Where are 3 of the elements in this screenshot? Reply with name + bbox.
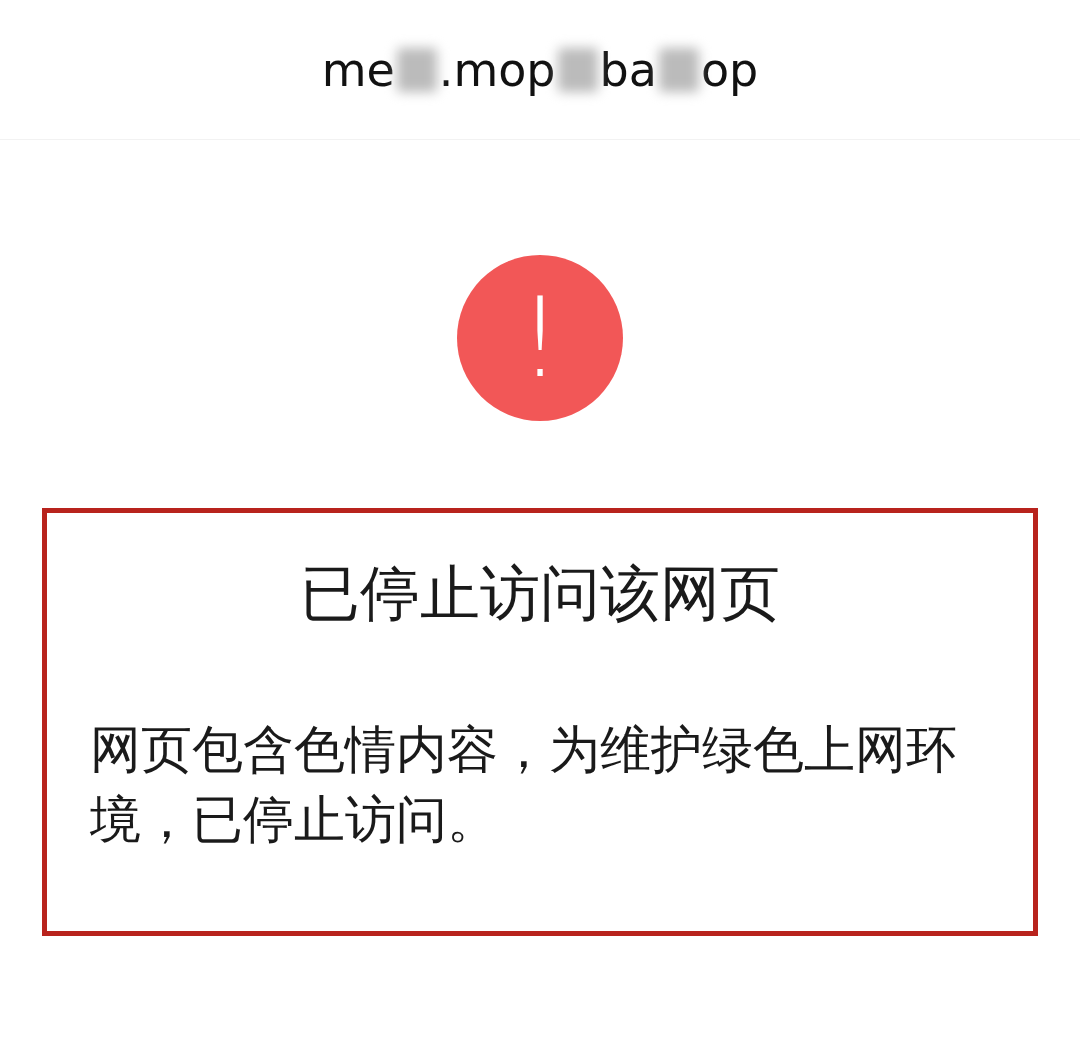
error-message: 网页包含色情内容，为维护绿色上网环境，已停止访问。	[90, 719, 958, 851]
warning-icon: !	[457, 255, 623, 421]
error-title: 已停止访问该网页	[300, 563, 780, 623]
